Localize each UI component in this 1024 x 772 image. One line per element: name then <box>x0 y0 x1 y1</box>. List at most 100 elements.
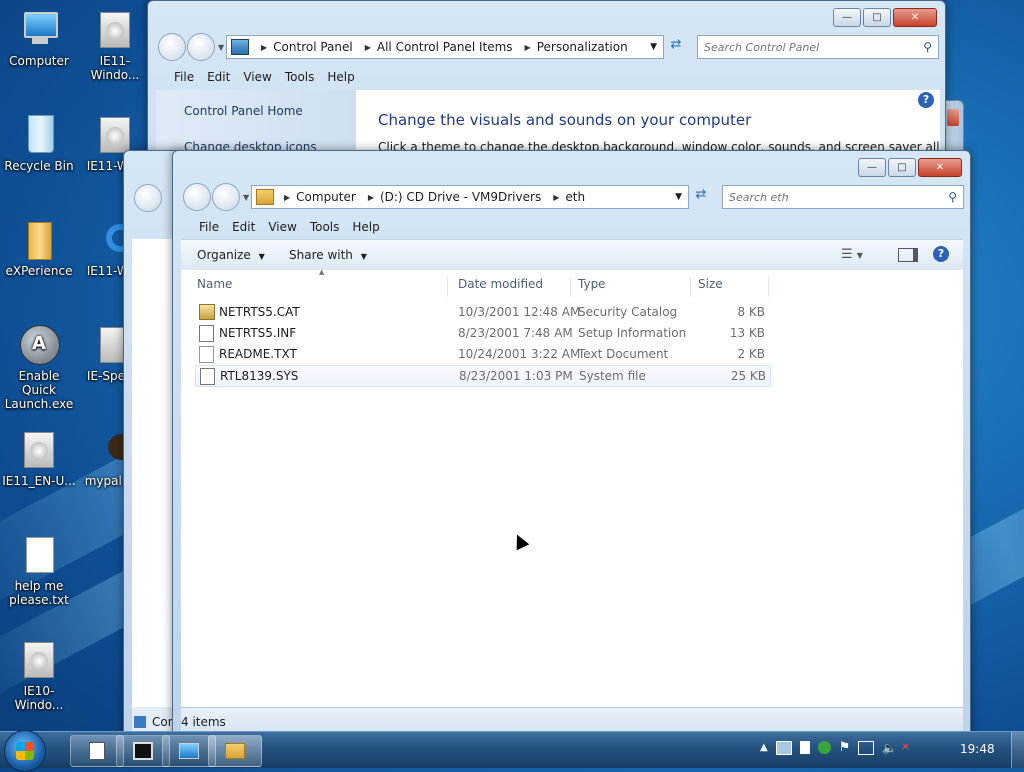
menu-help[interactable]: Help <box>327 70 354 84</box>
menu-edit[interactable]: Edit <box>232 220 255 234</box>
close-button-partial[interactable] <box>947 109 959 126</box>
network-tray-icon[interactable] <box>775 740 792 755</box>
start-button[interactable] <box>4 730 46 772</box>
address-bar[interactable]: ▶ Control Panel ▶ All Control Panel Item… <box>226 35 664 59</box>
menu-edit[interactable]: Edit <box>207 70 230 84</box>
search-control-panel-input[interactable] <box>698 39 910 55</box>
table-row[interactable]: NETRTS5.CAT 10/3/2001 12:48 AM Security … <box>195 302 769 322</box>
show-desktop-button[interactable] <box>1011 732 1024 768</box>
back-button[interactable] <box>158 33 186 61</box>
menu-file[interactable]: File <box>174 70 194 84</box>
show-hidden-icons-icon[interactable]: ▲ <box>760 742 768 753</box>
minimize-button[interactable]: — <box>833 8 861 27</box>
background-status-text: Cor <box>152 715 173 729</box>
menu-tools[interactable]: Tools <box>285 70 315 84</box>
column-header-size[interactable]: Size <box>698 277 769 297</box>
taskbar-clock[interactable]: 19:48 <box>960 742 995 756</box>
search-control-panel-box[interactable]: ⚲ <box>697 35 939 59</box>
dropdown-arrow-icon: ▼ <box>856 251 863 260</box>
search-icon[interactable]: ⚲ <box>923 40 932 54</box>
table-row[interactable]: README.TXT 10/24/2001 3:22 AM Text Docum… <box>195 344 769 364</box>
action-center-flag-icon[interactable]: ⚑ <box>839 740 851 755</box>
close-button[interactable]: ✕ <box>918 158 962 177</box>
menu-file[interactable]: File <box>199 220 219 234</box>
desktop-icon-ie10[interactable]: IE10-Windo... <box>0 638 78 712</box>
search-icon[interactable]: ⚲ <box>948 190 957 204</box>
menu-view[interactable]: View <box>268 220 296 234</box>
forward-button[interactable] <box>212 183 240 211</box>
breadcrumb-all-items[interactable]: All Control Panel Items <box>377 40 513 54</box>
breadcrumb-arrow-icon: ▶ <box>553 192 560 202</box>
menu-tools[interactable]: Tools <box>310 220 340 234</box>
address-bar[interactable]: ▶ Computer ▶ (D:) CD Drive - VM9Drivers … <box>251 185 689 209</box>
back-button[interactable] <box>134 184 162 212</box>
system-file-icon <box>200 368 215 385</box>
back-button[interactable] <box>183 183 211 211</box>
installer-icon <box>94 8 136 50</box>
breadcrumb-arrow-icon: ▶ <box>524 42 531 52</box>
address-dropdown-icon[interactable]: ▼ <box>675 192 682 202</box>
help-icon[interactable]: ? <box>918 92 934 108</box>
desktop-icon-help-txt[interactable]: help me please.txt <box>0 533 78 607</box>
menu-help[interactable]: Help <box>352 220 379 234</box>
forward-button[interactable] <box>187 33 215 61</box>
column-header-type[interactable]: Type <box>578 277 691 297</box>
search-eth-input[interactable] <box>723 189 935 205</box>
taskbar: ▲ ⚑ 🔈 ✕ 19:48 <box>0 730 1024 772</box>
file-date: 8/23/2001 1:03 PM <box>459 369 573 383</box>
file-name: README.TXT <box>219 347 297 361</box>
table-row[interactable]: NETRTS5.INF 8/23/2001 7:48 AM Setup Info… <box>195 323 769 343</box>
menu-view[interactable]: View <box>243 70 271 84</box>
preview-pane-icon[interactable] <box>898 248 918 262</box>
desktop-icon-label: Enable Quick Launch.exe <box>4 369 74 411</box>
address-dropdown-icon[interactable]: ▼ <box>650 42 657 52</box>
help-icon[interactable]: ? <box>933 246 949 262</box>
table-row-hovered[interactable]: RTL8139.SYS 8/23/2001 1:03 PM System fil… <box>195 365 771 387</box>
notepad-icon <box>89 742 105 760</box>
desktop-icon-ie11-installer[interactable]: IE11-Windo... <box>76 8 154 82</box>
search-eth-box[interactable]: ⚲ <box>722 185 964 209</box>
security-tray-icon[interactable] <box>817 741 831 754</box>
breadcrumb-control-panel[interactable]: Control Panel <box>273 40 353 54</box>
desktop-icon-quick-launch[interactable]: A Enable Quick Launch.exe <box>0 323 78 411</box>
document-tray-icon[interactable] <box>799 741 810 754</box>
desktop-icon-computer[interactable]: Computer <box>0 8 78 68</box>
share-with-button[interactable]: Share with ▼ <box>289 248 367 262</box>
breadcrumb-eth[interactable]: eth <box>565 190 585 204</box>
change-view-button[interactable]: ☰ ▼ <box>841 247 863 262</box>
desktop-icon-experience[interactable]: eXPerience <box>0 218 78 278</box>
sidebar-link-control-panel-home[interactable]: Control Panel Home <box>184 104 303 118</box>
file-size: 25 KB <box>730 369 766 383</box>
organize-button[interactable]: Organize ▼ <box>197 248 265 262</box>
close-button[interactable]: ✕ <box>893 8 937 27</box>
page-heading: Change the visuals and sounds on your co… <box>378 111 752 129</box>
quick-launch-icon: A <box>18 323 60 365</box>
maximize-button[interactable]: □ <box>888 158 916 177</box>
breadcrumb-computer[interactable]: Computer <box>296 190 356 204</box>
refresh-button[interactable]: ⇄ <box>666 37 686 57</box>
file-date: 8/23/2001 7:48 AM <box>458 326 573 340</box>
display-tray-icon[interactable] <box>858 740 875 755</box>
explorer-folder-icon <box>225 743 245 759</box>
terminal-icon <box>133 742 153 760</box>
breadcrumb-personalization[interactable]: Personalization <box>537 40 628 54</box>
text-file-icon <box>18 533 60 575</box>
recent-pages-dropdown-icon[interactable]: ▼ <box>218 43 224 52</box>
desktop-icon-ie11-en[interactable]: IE11_EN-U... <box>0 428 78 488</box>
volume-muted-icon[interactable]: 🔈 <box>882 741 897 755</box>
control-panel-icon <box>231 39 249 55</box>
breadcrumb-cd-drive[interactable]: (D:) CD Drive - VM9Drivers <box>380 190 541 204</box>
system-tray: ▲ ⚑ 🔈 ✕ <box>760 740 910 755</box>
maximize-button[interactable]: □ <box>863 8 891 27</box>
breadcrumb-arrow-icon: ▶ <box>364 42 371 52</box>
breadcrumb-arrow-icon: ▶ <box>261 42 268 52</box>
column-header-name[interactable]: Name <box>197 277 448 297</box>
recent-pages-dropdown-icon[interactable]: ▼ <box>243 193 249 202</box>
setup-file-icon <box>199 325 214 342</box>
taskbar-explorer-button[interactable] <box>208 735 262 767</box>
catalog-file-icon <box>199 304 215 320</box>
refresh-button[interactable]: ⇄ <box>691 187 711 207</box>
minimize-button[interactable]: — <box>858 158 886 177</box>
column-header-date[interactable]: Date modified <box>458 277 571 297</box>
desktop-icon-recycle-bin[interactable]: Recycle Bin <box>0 113 78 173</box>
